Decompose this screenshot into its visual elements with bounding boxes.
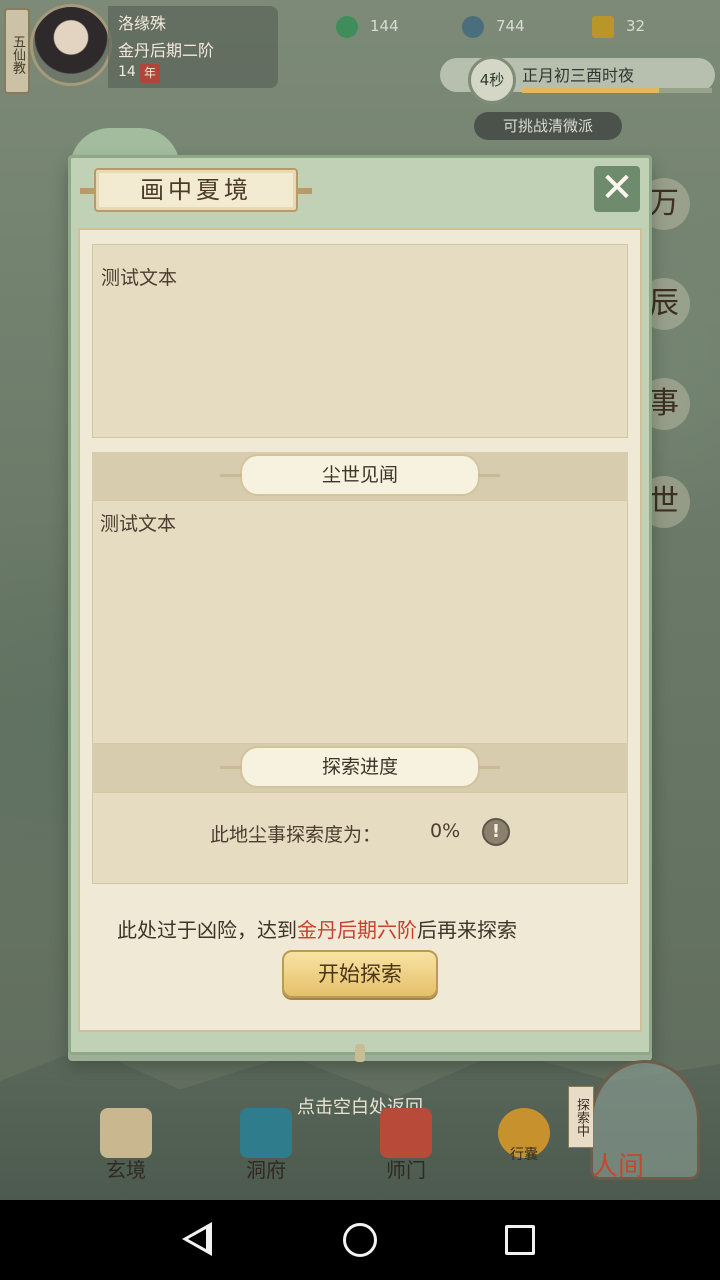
warning-required-rank: 金丹后期六阶	[297, 918, 417, 942]
character-name: 洛缘殊	[118, 14, 167, 33]
sect-tag[interactable]: 五仙教	[4, 8, 30, 94]
world-news-box	[92, 500, 628, 744]
resource-jade-value: 144	[370, 17, 399, 35]
time-progress-fill	[522, 88, 659, 93]
nav-dongfu[interactable]: 洞府	[218, 1108, 314, 1188]
sect-gate-icon	[380, 1108, 432, 1158]
character-rank: 金丹后期二阶	[118, 41, 215, 60]
start-explore-button[interactable]: 开始探索	[282, 950, 438, 998]
resource-spirit-stone-value: 744	[496, 17, 525, 35]
nav-xingnang[interactable]: 行囊	[476, 1108, 572, 1188]
close-button[interactable]: ✕	[594, 166, 640, 212]
explore-realm-label[interactable]: 人间	[592, 1146, 644, 1183]
scroll-icon	[100, 1108, 152, 1158]
resource-spirit-stone[interactable]: 744	[462, 12, 525, 40]
progress-value: 0%	[430, 820, 461, 842]
info-icon[interactable]: !	[482, 818, 510, 846]
gold-ingot-icon	[592, 15, 614, 38]
world-news-text: 测试文本	[100, 513, 177, 535]
description-text: 测试文本	[101, 267, 178, 289]
nav-xuanjing[interactable]: 玄境	[78, 1108, 174, 1188]
section-title-progress: 探索进度	[321, 756, 398, 778]
exploring-tag: 探索中	[568, 1086, 594, 1148]
cave-gate-icon	[240, 1108, 292, 1158]
avatar[interactable]	[30, 4, 112, 86]
progress-label: 此地尘事探索度为：	[210, 824, 382, 846]
warning-message: 此处过于凶险，达到金丹后期六阶后再来探索	[117, 914, 517, 943]
warning-suffix: 后再来探索	[417, 918, 517, 942]
modal-title: 画中夏境	[140, 176, 252, 204]
resource-gold[interactable]: 32	[592, 12, 645, 40]
recent-apps-icon[interactable]	[505, 1225, 535, 1255]
resource-gold-value: 32	[626, 17, 646, 35]
home-icon[interactable]	[343, 1223, 377, 1257]
section-title-world: 尘世见闻	[321, 464, 398, 486]
countdown-badge: 4秒	[468, 56, 516, 104]
warning-prefix: 此处过于凶险，达到	[117, 918, 297, 942]
nav-label: 师门	[386, 1158, 426, 1182]
age-badge: 年	[140, 64, 160, 83]
game-date: 正月初三酉时夜	[522, 66, 635, 85]
back-icon-inner	[188, 1229, 206, 1249]
nav-label: 洞府	[246, 1158, 286, 1182]
nav-label: 玄境	[106, 1158, 146, 1182]
spirit-stone-icon	[462, 15, 484, 38]
character-age: 14	[118, 64, 136, 80]
time-progress-bar	[522, 88, 712, 93]
nav-label: 行囊	[510, 1147, 538, 1163]
close-icon: ✕	[600, 165, 634, 211]
challenge-button[interactable]: 可挑战清微派	[474, 112, 622, 140]
jade-icon	[336, 15, 358, 38]
modal-bottom-ornament	[355, 1044, 365, 1062]
resource-jade[interactable]: 144	[336, 12, 399, 40]
nav-shimen[interactable]: 师门	[358, 1108, 454, 1188]
